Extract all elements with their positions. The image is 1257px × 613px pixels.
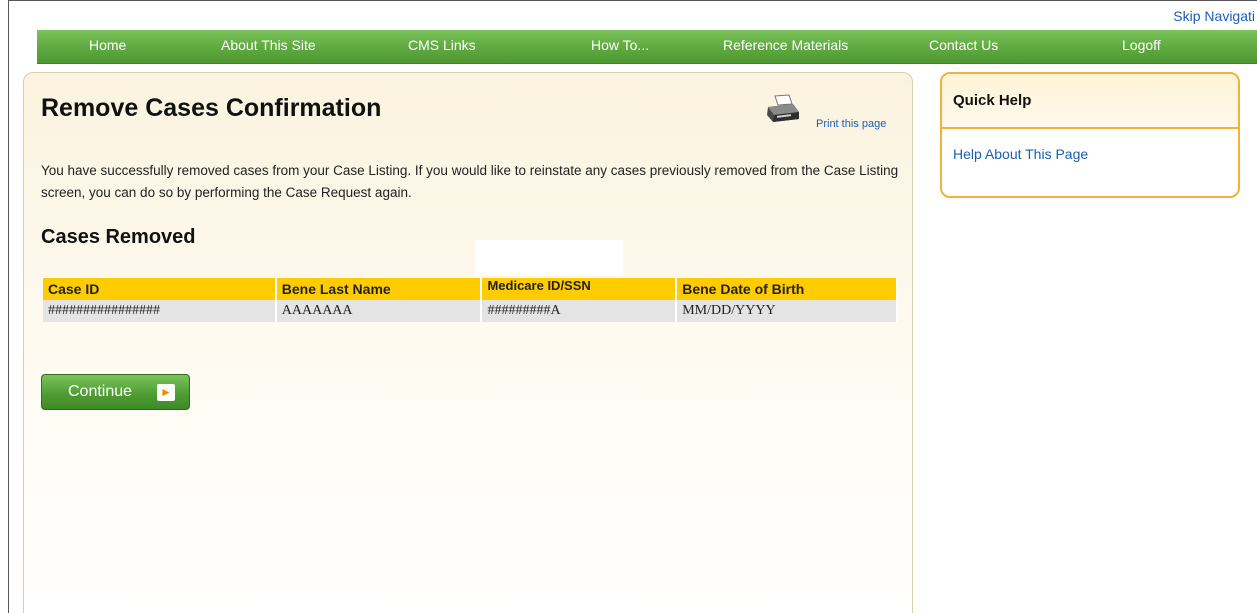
- top-navigation-bar: Home About This Site CMS Links How To...…: [37, 30, 1257, 64]
- cell-case-id: ################: [43, 300, 277, 322]
- blank-area: [475, 240, 623, 276]
- help-about-this-page-link[interactable]: Help About This Page: [953, 146, 1088, 162]
- cell-bene-dob: MM/DD/YYYY: [676, 300, 898, 322]
- column-header-medicare-id: Medicare ID/SSN: [481, 278, 678, 300]
- nav-about-this-site[interactable]: About This Site: [221, 37, 316, 53]
- page-title: Remove Cases Confirmation: [41, 94, 382, 122]
- print-page-link[interactable]: Print this page: [816, 118, 886, 130]
- column-header-bene-last-name: Bene Last Name: [275, 278, 483, 300]
- table-header-row: Case ID Bene Last Name Medicare ID/SSN B…: [43, 278, 898, 300]
- column-header-case-id: Case ID: [43, 278, 277, 300]
- cell-medicare-id: #########A: [481, 300, 678, 322]
- nav-contact-us[interactable]: Contact Us: [929, 37, 998, 53]
- nav-logoff[interactable]: Logoff: [1122, 37, 1161, 53]
- main-content-panel: [23, 72, 913, 613]
- nav-how-to[interactable]: How To...: [591, 37, 649, 53]
- cell-bene-last-name: AAAAAAA: [275, 300, 483, 322]
- quick-help-title: Quick Help: [953, 92, 1032, 109]
- nav-reference-materials[interactable]: Reference Materials: [723, 37, 848, 53]
- nav-cms-links[interactable]: CMS Links: [408, 37, 476, 53]
- continue-button[interactable]: Continue ►: [41, 374, 190, 410]
- cases-removed-table: Case ID Bene Last Name Medicare ID/SSN B…: [43, 278, 898, 322]
- table-row: ################ AAAAAAA #########A MM/D…: [43, 300, 898, 322]
- continue-label: Continue: [68, 383, 133, 400]
- nav-home[interactable]: Home: [89, 37, 126, 53]
- arrow-right-icon: ►: [157, 384, 175, 401]
- cases-removed-heading: Cases Removed: [41, 226, 196, 248]
- column-header-bene-dob: Bene Date of Birth: [676, 278, 898, 300]
- quick-help-panel: Quick Help Help About This Page: [940, 72, 1240, 198]
- skip-navigation-link[interactable]: Skip Navigati: [1173, 8, 1255, 24]
- printer-icon[interactable]: [765, 94, 801, 124]
- confirmation-message: You have successfully removed cases from…: [41, 163, 899, 200]
